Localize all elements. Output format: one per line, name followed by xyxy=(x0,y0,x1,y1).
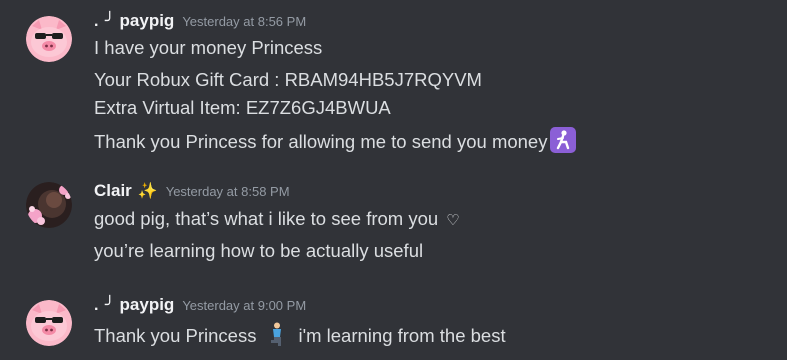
heart-outline-icon: ♡ xyxy=(446,212,460,229)
message-text: I have your money Princess xyxy=(94,37,323,58)
kneeling-person-icon xyxy=(550,127,577,153)
message-text: Thank you Princess xyxy=(94,325,257,346)
avatar[interactable] xyxy=(26,16,72,62)
profile-picture-icon xyxy=(26,182,72,228)
message-header: . ╯ paypig Yesterday at 8:56 PM xyxy=(94,11,306,31)
avatar[interactable] xyxy=(26,182,72,228)
username-prefix: . ╯ xyxy=(94,297,116,314)
username[interactable]: Clair xyxy=(94,181,132,200)
message-text: you’re learning how to be actually usefu… xyxy=(94,240,424,261)
sparkles-icon: ✨ xyxy=(137,183,158,200)
timestamp[interactable]: Yesterday at 9:00 PM xyxy=(182,298,306,313)
message-text: good pig, that’s what i like to see from… xyxy=(94,208,439,229)
username[interactable]: paypig xyxy=(120,295,175,314)
message-text: i'm learning from the best xyxy=(298,325,506,346)
timestamp[interactable]: Yesterday at 8:58 PM xyxy=(166,184,290,199)
message-text: Thank you Princess for allowing me to se… xyxy=(94,131,548,152)
message-line: Thank you Princess for allowing me to se… xyxy=(94,127,577,153)
message-header: Clair ✨ Yesterday at 8:58 PM xyxy=(94,181,290,201)
message-text: Your Robux Gift Card : RBAM94HB5J7RQYVM xyxy=(94,69,482,90)
timestamp[interactable]: Yesterday at 8:56 PM xyxy=(182,14,306,29)
username-prefix: . ╯ xyxy=(94,13,116,30)
pig-avatar-icon xyxy=(26,300,72,346)
message-line: Thank you Princess i'm learning from the… xyxy=(94,321,506,347)
username[interactable]: paypig xyxy=(120,11,175,30)
kneeling-man-icon xyxy=(264,321,290,347)
message-line: good pig, that’s what i like to see from… xyxy=(94,208,460,230)
message-header: . ╯ paypig Yesterday at 9:00 PM xyxy=(94,295,306,315)
message-text: Extra Virtual Item: EZ7Z6GJ4BWUA xyxy=(94,97,391,118)
pig-avatar-icon xyxy=(26,16,72,62)
avatar[interactable] xyxy=(26,300,72,346)
